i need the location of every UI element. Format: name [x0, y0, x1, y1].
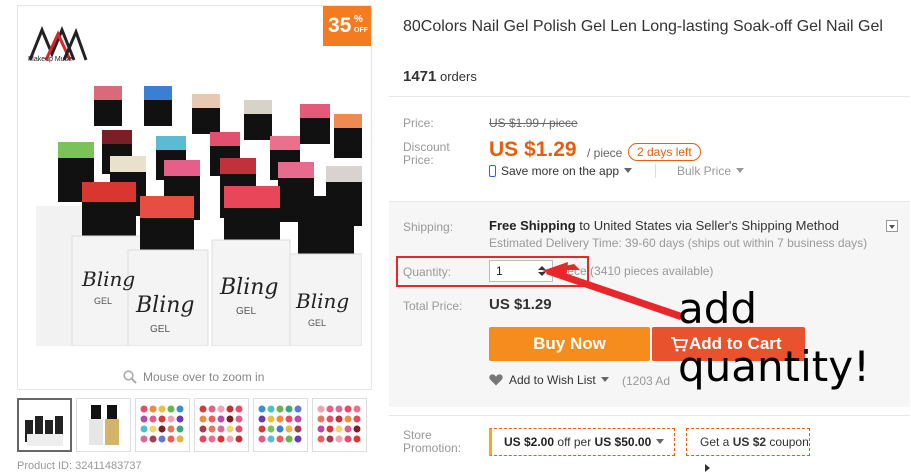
product-photo-bottles: Bling GEL Bling GEL Bling GEL Bling GEL: [36, 86, 362, 346]
discount-number: 35: [328, 14, 352, 37]
estimated-delivery: Estimated Delivery Time: 39-60 days (shi…: [489, 236, 868, 250]
annotation-quantity: quantity!: [678, 342, 870, 391]
get-coupon-suffix: coupon: [769, 435, 809, 449]
discount-off: OFF: [354, 27, 368, 34]
svg-text:GEL: GEL: [94, 296, 112, 306]
thumbnail-5-image: [258, 405, 302, 443]
get-coupon-prefix: Get a: [700, 435, 730, 449]
product-page: Makeup Muse 35 % OFF Bling GEL Bling GEL…: [0, 0, 911, 476]
orders-count: 1471 orders: [403, 68, 477, 85]
free-shipping-text: Free Shipping: [489, 218, 576, 233]
store-promotion-label-2: Promotion:: [403, 441, 462, 455]
thumbnail-strip: [17, 398, 372, 452]
product-title: 80Colors Nail Gel Polish Gel Len Long-la…: [403, 18, 883, 35]
shipping-dropdown-button[interactable]: [886, 220, 898, 232]
buy-now-button[interactable]: Buy Now: [489, 327, 650, 361]
thumbnail-2-image: [89, 405, 119, 445]
svg-text:Bling: Bling: [81, 267, 135, 291]
zoom-hint-text: Mouse over to zoom in: [143, 370, 265, 384]
annotation-arrow-icon: [542, 262, 685, 320]
thumbnail-3-image: [140, 405, 184, 443]
thumbnail-6-image: [317, 405, 361, 443]
thumbnail-3[interactable]: [135, 398, 190, 452]
coupon-amount: US $2.00: [504, 435, 555, 449]
product-main-image[interactable]: Makeup Muse 35 % OFF Bling GEL Bling GEL…: [17, 5, 372, 390]
thumbnail-2[interactable]: [76, 398, 131, 452]
bulk-price-dropdown[interactable]: Bulk Price: [677, 164, 745, 178]
svg-text:GEL: GEL: [236, 306, 256, 317]
thumbnail-5[interactable]: [253, 398, 308, 452]
total-price-label: Total Price:: [403, 299, 463, 313]
shipping-method-rest: to United States via Seller's Shipping M…: [579, 218, 840, 233]
thumbnail-4[interactable]: [194, 398, 249, 452]
discount-price-label-2: Price:: [403, 153, 434, 167]
chevron-down-icon: [736, 168, 745, 173]
days-left-badge: 2 days left: [628, 143, 701, 161]
svg-text:Bling: Bling: [135, 293, 195, 318]
chevron-down-icon: [656, 439, 665, 444]
annotation-add: add: [678, 284, 758, 333]
heart-icon: [489, 374, 503, 386]
save-more-app-text: Save more on the app: [501, 164, 620, 178]
thumbnail-6[interactable]: [312, 398, 367, 452]
svg-text:GEL: GEL: [150, 324, 170, 335]
svg-text:GEL: GEL: [308, 318, 326, 328]
chevron-down-icon: [624, 168, 633, 173]
svg-text:Bling: Bling: [219, 275, 279, 300]
brand-name: Makeup Muse: [28, 56, 72, 63]
discount-price-label-1: Discount: [403, 140, 450, 154]
thumbnail-1[interactable]: [17, 398, 72, 452]
divider: [655, 164, 656, 178]
coupon-mid: off per: [557, 435, 592, 449]
wish-list-count: (1203 Ad: [622, 374, 671, 388]
price-label: Price:: [403, 116, 434, 130]
magnifier-icon: [123, 370, 137, 384]
product-id: Product ID: 32411483737: [17, 460, 142, 472]
shipping-label: Shipping:: [403, 220, 454, 234]
chevron-down-icon: [600, 377, 609, 382]
mobile-phone-icon: [489, 165, 496, 177]
store-promotion-label-1: Store: [403, 428, 432, 442]
discount-price: US $1.29: [489, 138, 577, 161]
get-coupon-button[interactable]: Get a US $2 coupon: [686, 428, 810, 472]
chevron-right-icon: [705, 464, 710, 472]
bulk-price-text: Bulk Price: [677, 164, 732, 178]
discount-percent: %: [354, 14, 363, 25]
add-to-wish-list[interactable]: Add to Wish List: [489, 373, 609, 387]
zoom-hint: Mouse over to zoom in: [123, 370, 264, 384]
shipping-method: Free Shipping to United States via Selle…: [489, 218, 839, 233]
per-piece-unit: / piece: [587, 146, 623, 160]
thumbnail-1-image: [25, 416, 63, 446]
store-discount-coupon[interactable]: US $2.00 off per US $50.00: [489, 428, 675, 456]
discount-badge: 35 % OFF: [323, 6, 371, 46]
coupon-threshold: US $50.00: [594, 435, 652, 449]
orders-label: orders: [440, 69, 477, 84]
get-coupon-amount: US $2: [732, 435, 767, 449]
save-more-app-dropdown[interactable]: Save more on the app: [489, 164, 633, 178]
thumbnail-4-image: [199, 405, 243, 443]
svg-text:Bling: Bling: [295, 289, 349, 313]
wish-list-label: Add to Wish List: [509, 373, 596, 387]
orders-number: 1471: [403, 68, 437, 85]
original-price: US $1.99 / piece: [489, 116, 578, 130]
